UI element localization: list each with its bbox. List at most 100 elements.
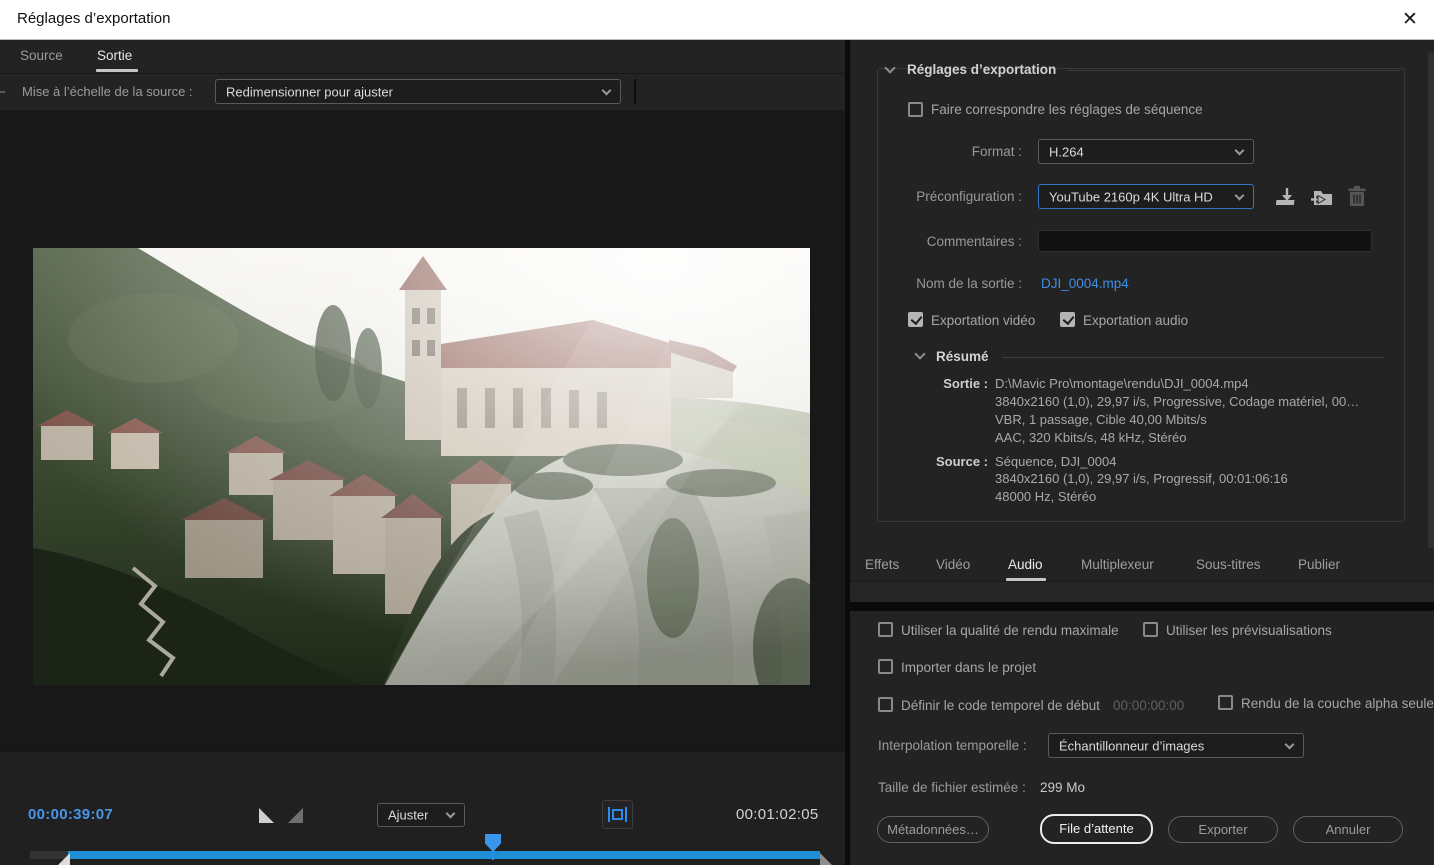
save-preset-icon xyxy=(1275,185,1299,209)
scale-select-value: Redimensionner pour ajuster xyxy=(226,84,393,99)
tab-sortie-underline xyxy=(96,69,138,72)
chevron-down-icon xyxy=(1235,190,1245,200)
close-icon[interactable]: ✕ xyxy=(1398,8,1422,32)
format-select[interactable]: H.264 xyxy=(1038,139,1254,164)
metadata-button[interactable]: Métadonnées… xyxy=(877,816,989,843)
export-audio-label: Exportation audio xyxy=(1083,313,1188,328)
fit-frame-icon xyxy=(603,801,632,828)
preview-image xyxy=(33,248,810,685)
tab-effets[interactable]: Effets xyxy=(865,557,899,572)
interpolation-label: Interpolation temporelle : xyxy=(878,738,1027,753)
preset-select[interactable]: YouTube 2160p 4K Ultra HD xyxy=(1038,184,1254,209)
import-project-label: Importer dans le projet xyxy=(901,660,1036,675)
save-preset-button[interactable] xyxy=(1275,185,1299,209)
scale-label: Mise à l’échelle de la source : xyxy=(22,84,193,99)
interpolation-select[interactable]: Échantillonneur d’images xyxy=(1048,733,1304,758)
tab-source[interactable]: Source xyxy=(20,48,63,63)
titlebar: Réglages d’exportation ✕ xyxy=(0,0,1434,40)
edge-tick xyxy=(0,91,5,93)
tab-sous-titres[interactable]: Sous-titres xyxy=(1196,557,1261,572)
import-preset-icon xyxy=(1310,185,1334,209)
preview-zoom-value: Ajuster xyxy=(388,808,428,823)
summary-output-line: AAC, 320 Kbits/s, 48 kHz, Stéréo xyxy=(995,430,1186,445)
summary-source-label: Source : xyxy=(868,454,988,469)
start-timecode-label: Définir le code temporel de début xyxy=(901,698,1100,713)
timeline-out-handle[interactable] xyxy=(820,853,834,865)
start-timecode-value: 00:00:00:00 xyxy=(1113,698,1184,713)
import-project-checkbox[interactable] xyxy=(878,659,893,674)
file-size-label: Taille de fichier estimée : xyxy=(878,780,1026,795)
scale-row: Mise à l’échelle de la source : Redimens… xyxy=(0,74,845,110)
tab-audio[interactable]: Audio xyxy=(1008,557,1043,572)
trash-icon xyxy=(1345,184,1369,209)
preview-tabbar: Source Sortie xyxy=(0,40,845,74)
tab-sortie[interactable]: Sortie xyxy=(97,48,132,63)
use-previews-label: Utiliser les prévisualisations xyxy=(1166,623,1332,638)
chevron-down-icon xyxy=(1235,145,1245,155)
start-timecode-checkbox[interactable] xyxy=(878,697,893,712)
video-preview-frame xyxy=(33,248,810,685)
export-settings-title: Réglages d’exportation xyxy=(907,62,1056,77)
summary-source-line: 3840x2160 (1,0), 29,97 i/s, Progressif, … xyxy=(995,471,1288,486)
cancel-button[interactable]: Annuler xyxy=(1293,816,1403,843)
export-button[interactable]: Exporter xyxy=(1168,816,1278,843)
use-previews-checkbox[interactable] xyxy=(1143,622,1158,637)
export-video-label: Exportation vidéo xyxy=(931,313,1035,328)
chevron-down-icon xyxy=(446,809,456,819)
preset-value: YouTube 2160p 4K Ultra HD xyxy=(1049,189,1213,204)
summary-output-line: D:\Mavic Pro\montage\rendu\DJI_0004.mp4 xyxy=(995,376,1249,391)
summary-output-line: VBR, 1 passage, Cible 40,00 Mbits/s xyxy=(995,412,1207,427)
fit-frame-button[interactable] xyxy=(602,800,633,829)
tab-multiplexeur[interactable]: Multiplexeur xyxy=(1081,557,1154,572)
alpha-only-label: Rendu de la couche alpha seule xyxy=(1241,696,1434,711)
duration-timecode: 00:01:02:05 xyxy=(736,806,819,823)
comments-input[interactable] xyxy=(1038,230,1372,252)
format-label: Format : xyxy=(850,144,1022,159)
max-quality-checkbox[interactable] xyxy=(878,622,893,637)
max-quality-label: Utiliser la qualité de rendu maximale xyxy=(901,623,1119,638)
interpolation-value: Échantillonneur d’images xyxy=(1059,738,1204,753)
export-audio-checkbox[interactable] xyxy=(1060,312,1075,327)
import-preset-button[interactable] xyxy=(1310,185,1334,209)
preview-panel: Source Sortie Mise à l’échelle de la sou… xyxy=(0,40,845,865)
set-in-point-icon[interactable] xyxy=(259,808,274,823)
export-video-checkbox[interactable] xyxy=(908,312,923,327)
export-settings-dialog: Réglages d’exportation ✕ Source Sortie M… xyxy=(0,0,1434,865)
tab-video[interactable]: Vidéo xyxy=(936,557,970,572)
preset-label: Préconfiguration : xyxy=(850,189,1022,204)
delete-preset-button[interactable] xyxy=(1345,184,1369,208)
comments-label: Commentaires : xyxy=(850,234,1022,249)
summary-output-label: Sortie : xyxy=(868,376,988,391)
summary-source-line: Séquence, DJI_0004 xyxy=(995,454,1116,469)
section-rule xyxy=(1068,70,1400,71)
section-rule xyxy=(1002,357,1384,358)
tab-content-strip xyxy=(850,582,1434,602)
output-name-link[interactable]: DJI_0004.mp4 xyxy=(1041,276,1129,291)
settings-tabbar: Effets Vidéo Audio Multiplexeur Sous-tit… xyxy=(850,548,1434,582)
match-sequence-label: Faire correspondre les réglages de séque… xyxy=(931,102,1203,117)
queue-button[interactable]: File d’attente xyxy=(1040,814,1153,844)
playhead-marker[interactable] xyxy=(485,834,501,852)
tab-publier[interactable]: Publier xyxy=(1298,557,1340,572)
scale-select[interactable]: Redimensionner pour ajuster xyxy=(215,79,621,104)
summary-output-line: 3840x2160 (1,0), 29,97 i/s, Progressive,… xyxy=(995,394,1359,409)
current-timecode[interactable]: 00:00:39:07 xyxy=(28,806,113,823)
alpha-only-checkbox[interactable] xyxy=(1218,695,1233,710)
transport-bar: 00:00:39:07 Ajuster 00:01:02:05 Pl xyxy=(0,751,845,865)
preview-zoom-select[interactable]: Ajuster xyxy=(377,803,465,827)
match-sequence-checkbox[interactable] xyxy=(908,102,923,117)
preview-area xyxy=(0,110,845,751)
summary-title: Résumé xyxy=(936,349,989,364)
output-name-label: Nom de la sortie : xyxy=(850,276,1022,291)
set-out-point-icon[interactable] xyxy=(288,808,303,823)
summary-source-line: 48000 Hz, Stéréo xyxy=(995,489,1096,504)
separator-caret xyxy=(634,79,636,104)
dialog-title: Réglages d’exportation xyxy=(17,10,170,27)
horizontal-divider xyxy=(850,602,1434,611)
settings-scrollbar[interactable] xyxy=(1428,52,1434,600)
timeline-range-bar[interactable] xyxy=(68,851,820,859)
tab-audio-underline xyxy=(1006,578,1046,581)
chevron-down-icon xyxy=(602,85,612,95)
settings-panel: Réglages d’exportation Faire correspondr… xyxy=(850,40,1434,865)
format-value: H.264 xyxy=(1049,144,1084,159)
